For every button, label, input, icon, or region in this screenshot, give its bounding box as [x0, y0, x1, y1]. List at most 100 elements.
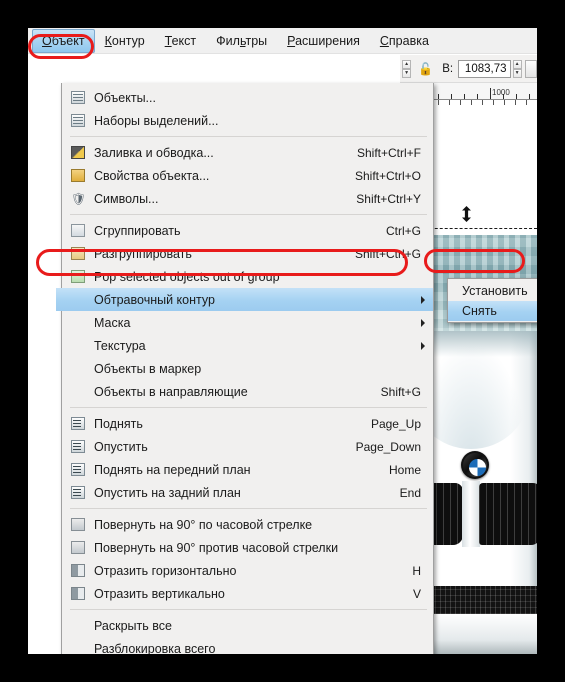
- menubar-contour-mnemonic: К: [104, 33, 112, 48]
- menu-item-clipping-path-label: Обтравочный контур: [94, 292, 215, 307]
- menu-item-object-properties-accel: Shift+Ctrl+O: [354, 168, 421, 183]
- fill-stroke-icon: [68, 144, 88, 161]
- lock-open-icon[interactable]: 🔓: [418, 62, 433, 76]
- raise-icon: [68, 415, 88, 432]
- menu-item-ungroup[interactable]: Разгруппировать Shift+Ctrl+G: [62, 242, 433, 265]
- menu-separator-5: [70, 609, 427, 610]
- menu-item-unhide-all-label: Раскрыть все: [94, 618, 172, 633]
- menu-separator-3: [70, 407, 427, 408]
- menu-item-raise-label: Поднять: [94, 416, 143, 431]
- lower-to-bottom-icon: [68, 484, 88, 501]
- menu-separator-2: [70, 214, 427, 215]
- menu-item-flip-horizontal-label: Отразить горизонтально: [94, 563, 237, 578]
- objects-icon: [68, 89, 88, 106]
- width-spinner[interactable]: ▲ ▼: [402, 59, 412, 78]
- height-spinner-down[interactable]: ▼: [512, 68, 522, 78]
- menu-item-lower[interactable]: Опустить Page_Down: [62, 435, 433, 458]
- menu-item-objects-to-guides[interactable]: Объекты в направляющие Shift+G: [62, 380, 433, 403]
- height-spinner[interactable]: ▲ ▼: [512, 59, 522, 78]
- menu-item-raise-accel: Page_Up: [370, 416, 421, 431]
- menu-item-pop-out-of-group[interactable]: Pop selected objects out of group: [62, 265, 433, 288]
- menu-item-rotate-90-ccw-label: Повернуть на 90° против часовой стрелки: [94, 540, 339, 555]
- menubar-extensions-mnemonic: Р: [287, 33, 296, 48]
- menubar-item-text[interactable]: Текст: [155, 29, 206, 53]
- units-select[interactable]: [524, 59, 537, 78]
- menubar-text-mnemonic: Т: [164, 33, 172, 48]
- menu-item-objects[interactable]: Объекты...: [62, 86, 433, 109]
- menu-item-object-properties[interactable]: Свойства объекта... Shift+Ctrl+O: [62, 164, 433, 187]
- menubar-item-contour[interactable]: Контур: [95, 29, 155, 53]
- menu-item-objects-to-marker[interactable]: Объекты в маркер: [62, 357, 433, 380]
- menu-item-rotate-90-cw[interactable]: Повернуть на 90° по часовой стрелке: [62, 513, 433, 536]
- chevron-right-icon: [421, 295, 425, 304]
- menubar-help-rest: правка: [388, 33, 429, 48]
- clipping-path-submenu[interactable]: Установить Снять: [447, 278, 537, 323]
- menubar-extensions-rest: асширения: [295, 33, 360, 48]
- lower-icon: [68, 438, 88, 455]
- menu-item-raise-to-top[interactable]: Поднять на передний план Home: [62, 458, 433, 481]
- menubar-text-rest: екст: [171, 33, 197, 48]
- menu-item-unlock-all[interactable]: Разблокировка всего: [62, 637, 433, 655]
- menu-item-pattern-label: Текстура: [94, 338, 146, 353]
- menu-item-rotate-90-cw-label: Повернуть на 90° по часовой стрелке: [94, 517, 313, 532]
- menu-item-flip-horizontal-accel: H: [412, 563, 421, 578]
- vertical-resize-handle[interactable]: [462, 206, 471, 222]
- pop-group-icon: [68, 268, 88, 285]
- menu-item-group[interactable]: Сгруппировать Ctrl+G: [62, 219, 433, 242]
- menu-item-selection-sets[interactable]: Наборы выделений...: [62, 109, 433, 132]
- menubar-contour-rest: онтур: [111, 33, 145, 48]
- menu-item-raise-to-top-accel: Home: [388, 462, 421, 477]
- submenu-item-release-label: Снять: [462, 304, 497, 318]
- menu-item-fill-and-stroke[interactable]: Заливка и обводка... Shift+Ctrl+F: [62, 141, 433, 164]
- menubar-help-mnemonic: С: [379, 33, 389, 48]
- menu-item-mask-label: Маска: [94, 315, 131, 330]
- rotate-cw-icon: [68, 516, 88, 533]
- group-icon: [68, 222, 88, 239]
- flip-horizontal-icon: [68, 562, 88, 579]
- height-input[interactable]: 1083,73: [458, 59, 511, 78]
- submenu-item-set[interactable]: Установить: [448, 281, 537, 301]
- menu-item-flip-vertical[interactable]: Отразить вертикально V: [62, 582, 433, 605]
- menu-item-object-properties-label: Свойства объекта...: [94, 168, 210, 183]
- menu-item-raise[interactable]: Поднять Page_Up: [62, 412, 433, 435]
- width-spinner-up[interactable]: ▲: [402, 59, 412, 69]
- menubar-item-object[interactable]: Объект: [32, 28, 95, 53]
- menu-item-group-accel: Ctrl+G: [385, 223, 421, 238]
- menubar-item-help[interactable]: Справка: [370, 29, 439, 53]
- menu-item-clipping-path[interactable]: Обтравочный контур: [56, 288, 433, 311]
- menu-item-lower-to-bottom[interactable]: Опустить на задний план End: [62, 481, 433, 504]
- menu-item-symbols[interactable]: 🛡 Символы... Shift+Ctrl+Y: [62, 187, 433, 210]
- height-field-label: B:: [442, 62, 454, 75]
- rotate-ccw-icon: [68, 539, 88, 556]
- bmw-roundel-ring: [463, 453, 487, 477]
- menubar-item-extensions[interactable]: Расширения: [277, 29, 370, 53]
- menu-item-mask[interactable]: Маска: [62, 311, 433, 334]
- menubar-item-filters[interactable]: Фильтры: [206, 29, 277, 53]
- ungroup-icon: [68, 245, 88, 262]
- menu-item-flip-vertical-label: Отразить вертикально: [94, 586, 225, 601]
- menubar-object-rest: бъект: [51, 33, 85, 48]
- menubar-filters-pre: Фил: [216, 33, 240, 48]
- menu-item-pop-out-of-group-label: Pop selected objects out of group: [94, 269, 280, 284]
- kidney-grille-right: [479, 483, 537, 545]
- menu-item-lower-to-bottom-accel: End: [399, 485, 421, 500]
- menu-item-unlock-all-label: Разблокировка всего: [94, 641, 216, 655]
- menu-item-pattern[interactable]: Текстура: [62, 334, 433, 357]
- height-spinner-up[interactable]: ▲: [512, 59, 522, 69]
- menu-item-flip-horizontal[interactable]: Отразить горизонтально H: [62, 559, 433, 582]
- tool-controls-bar: ▲ ▼ 🔓 B: 1083,73 ▲ ▼: [400, 55, 537, 83]
- chevron-right-icon: [421, 341, 425, 350]
- grille-center-divider: [462, 481, 480, 547]
- menu-item-rotate-90-ccw[interactable]: Повернуть на 90° против часовой стрелки: [62, 536, 433, 559]
- submenu-item-set-label: Установить: [462, 284, 528, 298]
- menu-bar: Объект Контур Текст Фильтры Расширения С…: [28, 28, 537, 54]
- submenu-item-release[interactable]: Снять: [448, 301, 537, 321]
- menu-item-lower-accel: Page_Down: [355, 439, 421, 454]
- menu-item-lower-label: Опустить: [94, 439, 148, 454]
- ruler-label-1000: 1000: [492, 88, 510, 97]
- object-menu-dropdown[interactable]: Объекты... Наборы выделений... Заливка и…: [56, 83, 434, 655]
- menu-item-unhide-all[interactable]: Раскрыть все: [62, 614, 433, 637]
- raise-to-top-icon: [68, 461, 88, 478]
- width-spinner-down[interactable]: ▼: [402, 68, 412, 78]
- menu-item-symbols-accel: Shift+Ctrl+Y: [356, 191, 421, 206]
